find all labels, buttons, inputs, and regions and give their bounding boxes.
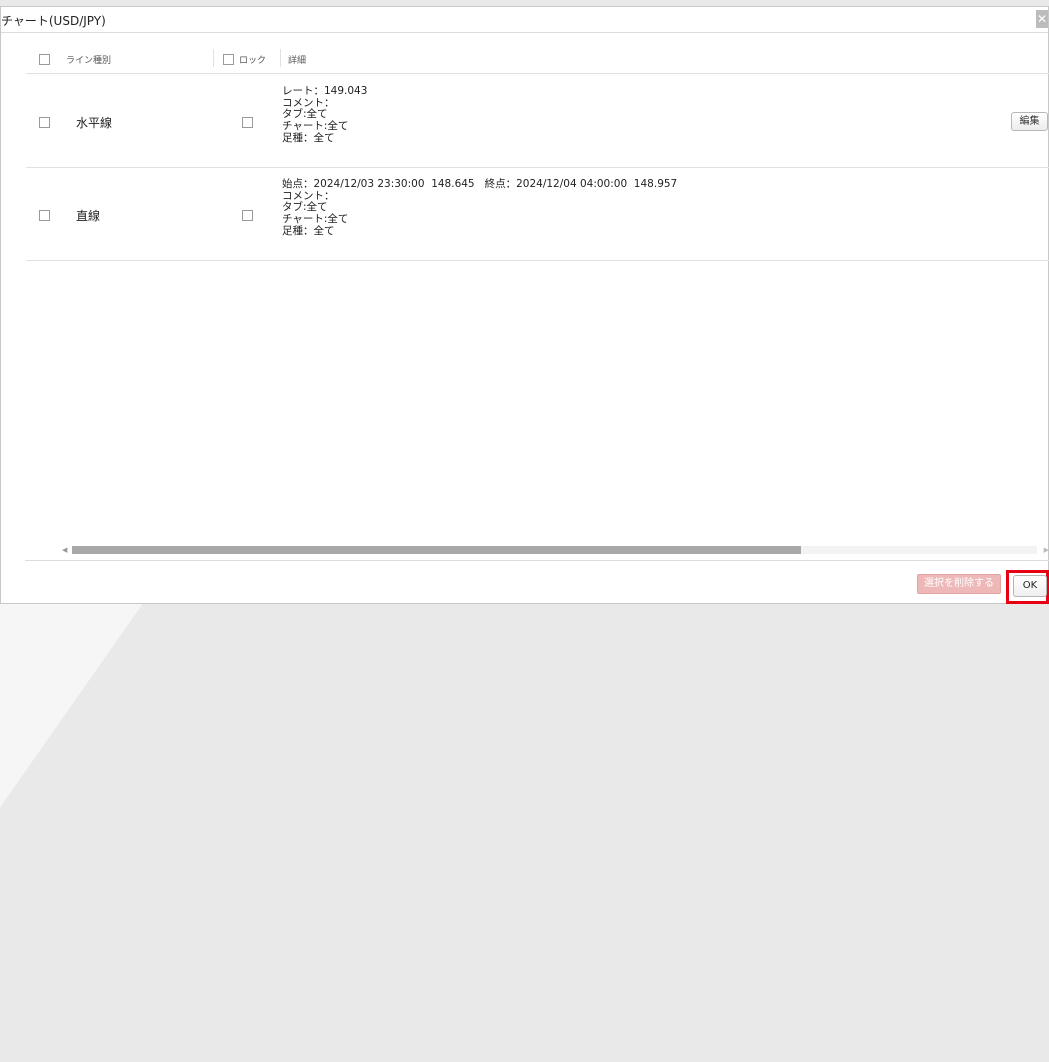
row-select-checkbox[interactable] [39,210,50,221]
ok-button[interactable]: OK [1013,575,1047,597]
delete-selected-button[interactable]: 選択を削除する [917,574,1001,594]
row-lock-checkbox[interactable] [242,210,253,221]
table-row: 水平線 レート：149.043 コメント： タブ:全て チャート:全て 足種：全… [26,74,1049,168]
edit-button[interactable]: 編集 [1011,112,1048,131]
column-divider [280,49,281,67]
chart-lines-dialog: チャート(USD/JPY) ✕ ライン種別 ロック 詳細 水平線 レート：149… [0,6,1049,604]
row-line-type: 直線 [76,209,101,223]
column-header-type: ライン種別 [66,56,112,66]
line-list: ライン種別 ロック 詳細 水平線 レート：149.043 コメント： タブ:全て… [26,47,1049,517]
column-header-details: 詳細 [288,56,307,66]
dialog-title: チャート(USD/JPY) [1,14,106,28]
scroll-left-arrow-icon[interactable]: ◀ [62,545,67,555]
row-details: 始点：2024/12/03 23:30:00 148.645 終点：2024/1… [282,178,678,237]
scroll-right-arrow-icon[interactable]: ▶ [1044,545,1049,555]
scrollbar-thumb[interactable] [72,546,801,554]
row-details: レート：149.043 コメント： タブ:全て チャート:全て 足種：全て [282,85,368,144]
table-row: 直線 始点：2024/12/03 23:30:00 148.645 終点：202… [26,168,1049,261]
row-line-type: 水平線 [76,116,113,130]
column-divider [213,49,214,67]
table-header: ライン種別 ロック 詳細 [26,47,1049,74]
column-header-lock: ロック [239,56,267,66]
footer-divider [25,560,1049,561]
row-select-checkbox[interactable] [39,117,50,128]
lock-all-checkbox[interactable] [223,54,234,65]
row-lock-checkbox[interactable] [242,117,253,128]
close-icon[interactable]: ✕ [1036,10,1048,28]
dialog-titlebar: チャート(USD/JPY) ✕ [1,7,1048,33]
scrollbar-track[interactable] [72,546,1037,554]
horizontal-scrollbar[interactable]: ◀ ▶ [36,545,1049,555]
select-all-checkbox[interactable] [39,54,50,65]
